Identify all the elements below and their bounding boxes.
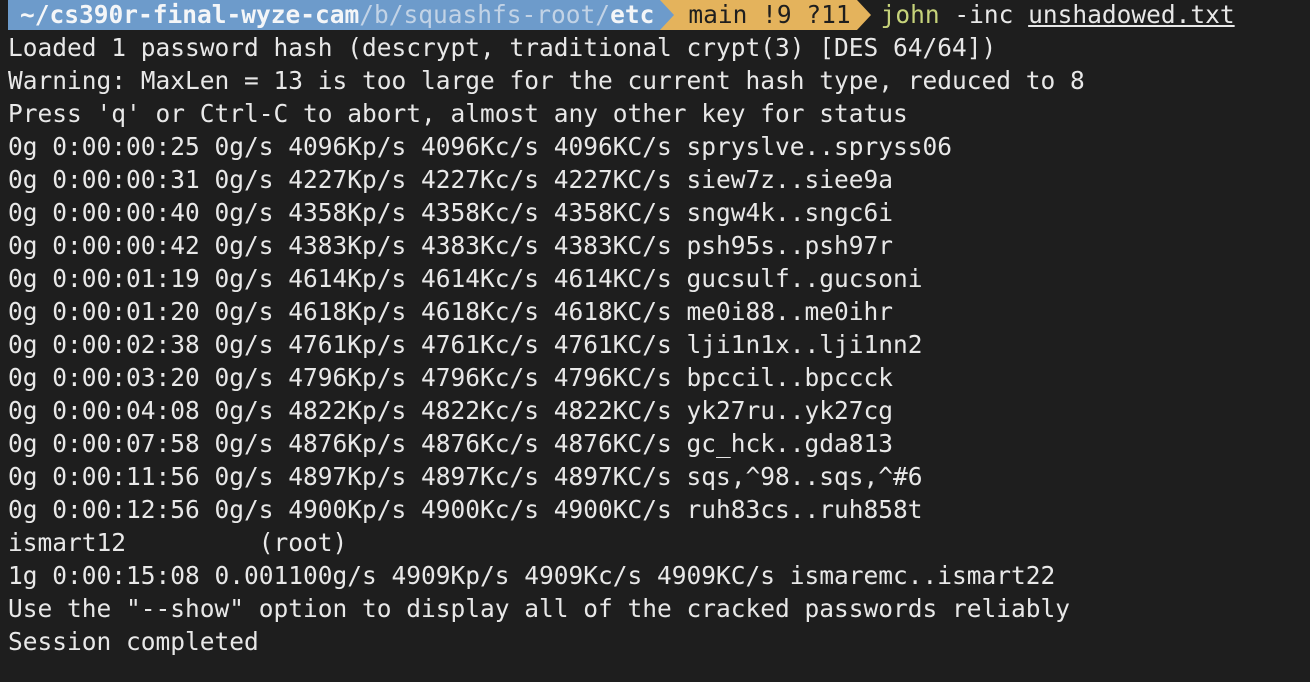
output-line-session-completed: Session completed — [8, 627, 259, 656]
path-current-dir: etc — [610, 0, 655, 29]
path-truncated-dir: b — [374, 0, 389, 29]
output-line-show-hint: Use the "--show" option to display all o… — [8, 594, 1071, 623]
terminal-window[interactable]: ~/cs390r-final-wyze-cam / b/squashfs-root/… — [0, 0, 1310, 680]
status-line: 0g 0:00:01:20 0g/s 4618Kp/s 4618Kc/s 461… — [8, 297, 894, 326]
status-line: 0g 0:00:03:20 0g/s 4796Kp/s 4796Kc/s 479… — [8, 363, 894, 392]
path-home: ~/cs390r-final-wyze-cam — [20, 0, 360, 29]
command-program: john — [880, 0, 940, 29]
shell-prompt: ~/cs390r-final-wyze-cam / b/squashfs-root/… — [8, 0, 1310, 31]
status-line: 0g 0:00:00:42 0g/s 4383Kp/s 4383Kc/s 438… — [8, 231, 894, 260]
powerline-arrow-icon — [660, 0, 675, 30]
output-line-loaded: Loaded 1 password hash (descrypt, tradit… — [8, 33, 997, 62]
final-status-line: 1g 0:00:15:08 0.001100g/s 4909Kp/s 4909K… — [8, 561, 1056, 590]
powerline-arrow-end-icon — [856, 0, 871, 30]
output-line-press-q: Press 'q' or Ctrl-C to abort, almost any… — [8, 99, 908, 128]
status-line: 0g 0:00:11:56 0g/s 4897Kp/s 4897Kc/s 489… — [8, 462, 923, 491]
status-line: 0g 0:00:12:56 0g/s 4900Kp/s 4900Kc/s 490… — [8, 495, 923, 524]
git-status-segment: main !9 ?11 — [674, 0, 857, 30]
output-line-warning: Warning: MaxLen = 13 is too large for th… — [8, 66, 1085, 95]
cracked-password-line: ismart12 (root) — [8, 528, 348, 557]
command-input[interactable]: john -inc unshadowed.txt — [871, 0, 1235, 31]
status-line: 0g 0:00:00:31 0g/s 4227Kp/s 4227Kc/s 422… — [8, 165, 894, 194]
prompt-path-segment: ~/cs390r-final-wyze-cam / b/squashfs-root/… — [8, 0, 661, 30]
path-middle: /squashfs-root/ — [388, 0, 611, 29]
status-line: 0g 0:00:02:38 0g/s 4761Kp/s 4761Kc/s 476… — [8, 330, 923, 359]
status-line: 0g 0:00:07:58 0g/s 4876Kp/s 4876Kc/s 487… — [8, 429, 894, 458]
output-lines: Loaded 1 password hash (descrypt, tradit… — [8, 31, 1310, 658]
path-separator: / — [359, 0, 375, 29]
status-line: 0g 0:00:00:40 0g/s 4358Kp/s 4358Kc/s 435… — [8, 198, 894, 227]
status-line: 0g 0:00:01:19 0g/s 4614Kp/s 4614Kc/s 461… — [8, 264, 923, 293]
command-file-arg: unshadowed.txt — [1028, 0, 1235, 29]
status-line: 0g 0:00:04:08 0g/s 4822Kp/s 4822Kc/s 482… — [8, 396, 894, 425]
command-args: -inc — [939, 0, 1029, 29]
status-line: 0g 0:00:00:25 0g/s 4096Kp/s 4096Kc/s 409… — [8, 132, 953, 161]
